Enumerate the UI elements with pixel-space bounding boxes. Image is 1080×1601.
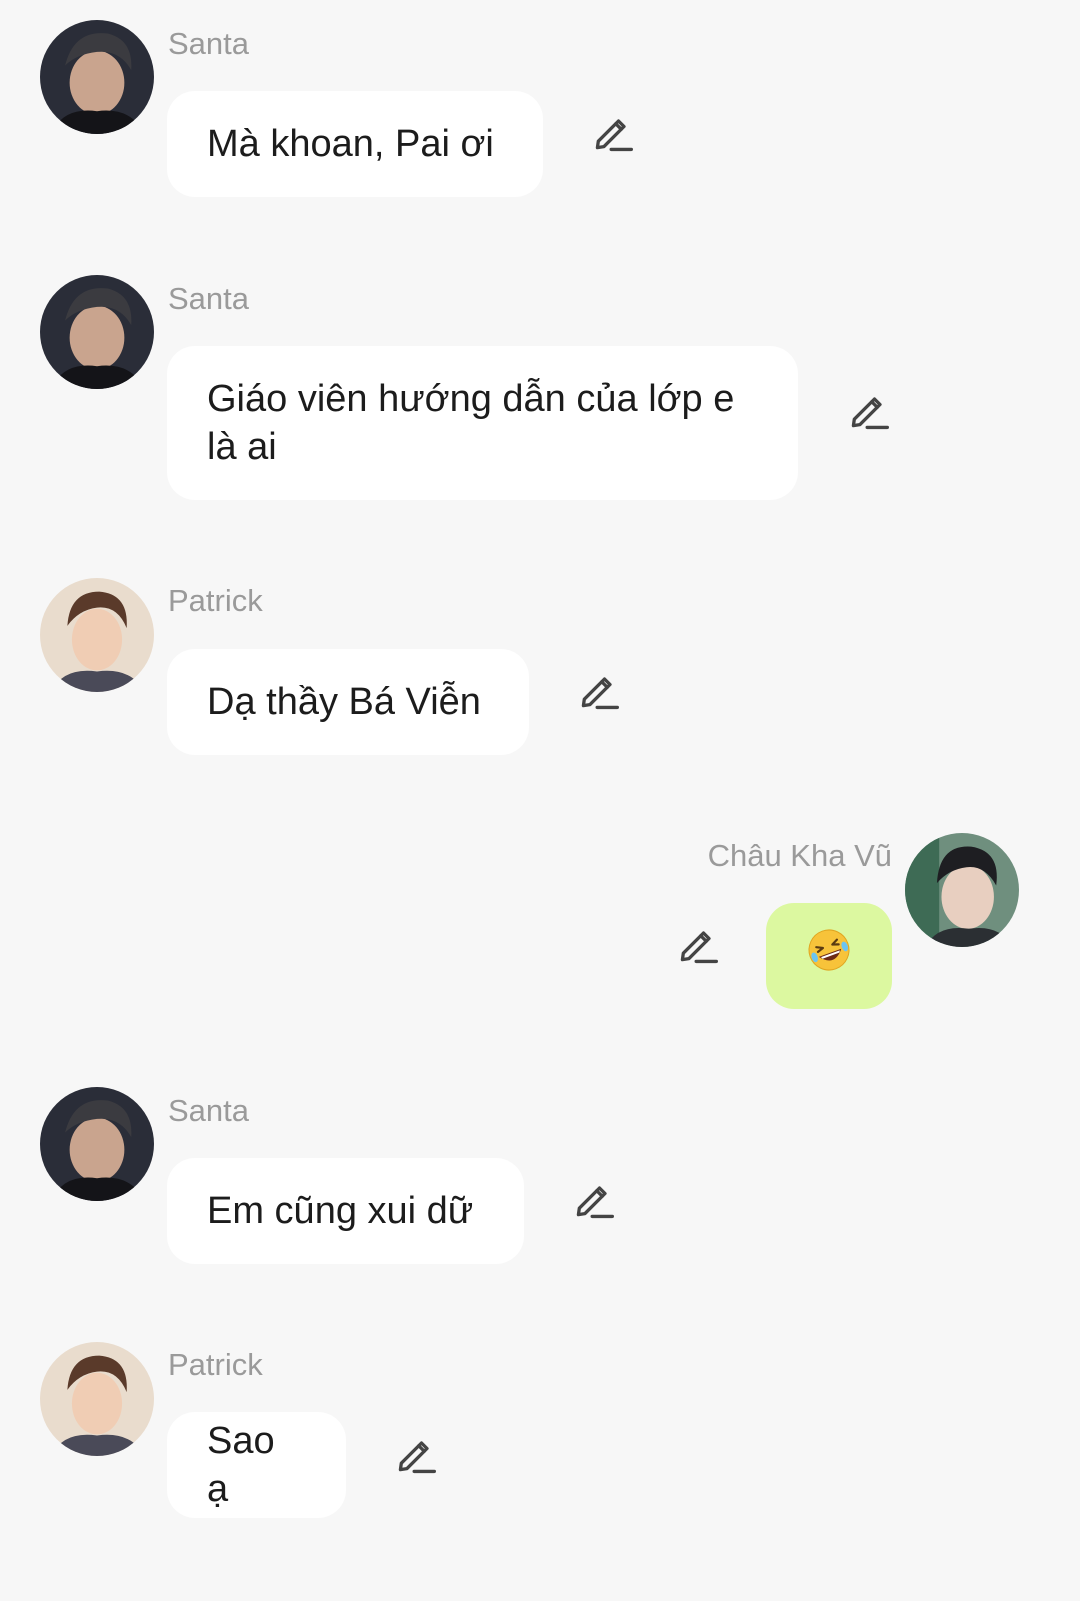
pencil-edit-icon[interactable] (394, 1432, 438, 1476)
message-text: Giáo viên hướng dẫn của lớp e là ai (207, 378, 735, 468)
message-text: Em cũng xui dữ (207, 1190, 474, 1232)
sender-name: Châu Kha Vũ (707, 838, 892, 873)
pencil-edit-icon[interactable] (572, 1177, 616, 1221)
avatar-patrick[interactable] (40, 1342, 154, 1456)
message-text: Mà khoan, Pai ơi (207, 123, 494, 165)
pencil-edit-icon[interactable] (676, 922, 720, 966)
message-bubble-own[interactable] (766, 903, 892, 1009)
message-bubble[interactable]: Giáo viên hướng dẫn của lớp e là ai (167, 346, 798, 500)
pencil-edit-icon[interactable] (577, 668, 621, 712)
avatar-santa[interactable] (40, 1087, 154, 1201)
message-bubble[interactable]: Mà khoan, Pai ơi (167, 91, 543, 197)
avatar-santa[interactable] (40, 275, 154, 389)
avatar-chau-kha-vu[interactable] (905, 833, 1019, 947)
rolling-on-floor-laughing-emoji (805, 926, 853, 986)
sender-name: Santa (168, 1093, 250, 1128)
sender-name: Santa (168, 281, 250, 316)
message-bubble[interactable]: Dạ thầy Bá Viễn (167, 649, 529, 755)
message-text: Dạ thầy Bá Viễn (207, 681, 481, 723)
pencil-edit-icon[interactable] (847, 388, 891, 432)
sender-name: Patrick (168, 1347, 263, 1382)
sender-name: Patrick (168, 583, 263, 618)
message-bubble[interactable]: Em cũng xui dữ (167, 1158, 524, 1264)
avatar-patrick[interactable] (40, 578, 154, 692)
avatar-santa[interactable] (40, 20, 154, 134)
message-bubble[interactable]: Sao ạ (167, 1412, 346, 1518)
message-text: Sao ạ (207, 1420, 275, 1510)
sender-name: Santa (168, 26, 250, 61)
pencil-edit-icon[interactable] (591, 110, 635, 154)
